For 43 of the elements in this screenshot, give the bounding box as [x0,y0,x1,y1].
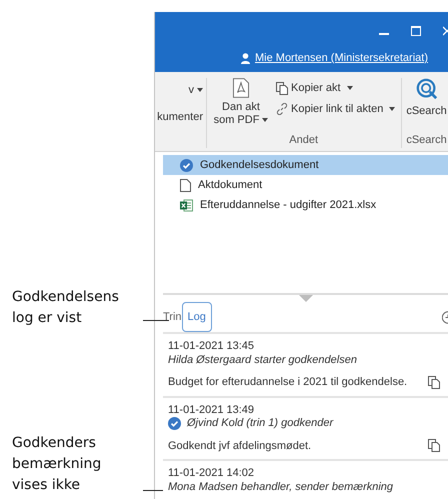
clock-icon[interactable] [442,310,448,324]
user-link[interactable]: Mie Mortensen (Ministersekretariat) [255,50,428,66]
caret-icon [389,106,396,111]
search-icon [416,78,438,100]
copy-icon[interactable] [428,376,440,389]
user-icon [241,52,250,64]
document-item[interactable]: Aktdokument [163,175,448,195]
log-comment: Godkendt jvf afdelingsmødet. [168,438,312,454]
leader-line [143,490,163,491]
log-comment: Budget for efterudannelse i 2021 til godkendelse. [168,375,408,390]
annotation-text: Godkenders bemærkning vises ikke [12,434,102,495]
log-action: Hilda Østergaard starter godkendelsen [168,354,357,366]
log-time: 11-01-2021 13:45 [168,339,256,353]
document-item[interactable]: Godkendelsesdokument [163,155,448,175]
search-button[interactable]: cSearch [406,78,447,132]
pdf-icon [233,78,249,98]
log-action: Øjvind Kold (trin 1) godkender [187,417,334,430]
group-label: cSearch [406,132,447,148]
caret-icon [197,88,203,92]
caret-icon [262,118,268,122]
caret-icon [346,86,353,90]
document-item[interactable]: Efteruddannelse - udgifter 2021.xlsx [163,195,448,215]
leader-line [143,320,169,321]
tab[interactable]: Log [182,302,212,332]
check-circle-icon [180,158,193,172]
link-icon [276,102,288,115]
log-action: Mona Madsen behandler, sender bemærkning [168,480,394,494]
annotation-text: Godkendelsens log er vist [12,288,120,328]
copy-icon[interactable] [276,82,288,95]
spreadsheet-icon [180,198,193,212]
ribbon-button[interactable]: Kopier akt [276,80,396,96]
close-icon[interactable] [443,26,448,36]
pdf-button[interactable]: Dan akt som PDF [212,78,270,132]
maximize-icon[interactable] [411,26,421,36]
tab[interactable]: Trin [163,302,182,332]
document-icon [180,178,191,192]
ribbon-button[interactable]: v [188,82,203,98]
ribbon-button[interactable]: kumenter [157,108,203,125]
group-label: Andet [289,132,318,148]
ribbon-button[interactable]: Kopier link til akten [276,100,396,117]
log-time: 11-01-2021 14:02 [168,466,256,480]
log-time: 11-01-2021 13:49 [168,402,256,416]
copy-icon[interactable] [428,439,440,452]
